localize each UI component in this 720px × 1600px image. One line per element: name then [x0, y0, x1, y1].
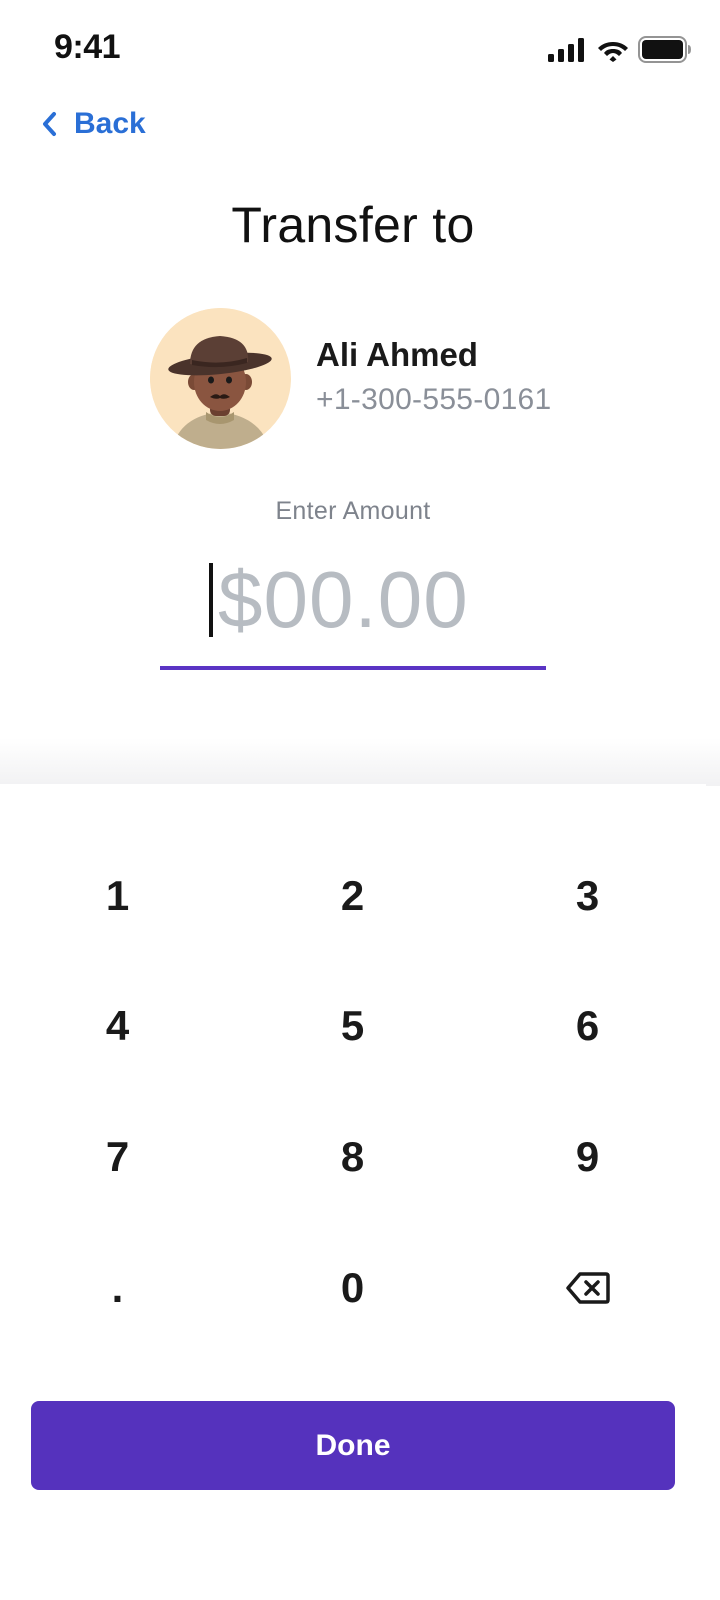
page-title: Transfer to [231, 197, 475, 253]
numeric-keypad: 1 2 3 4 5 6 7 8 9 . 0 [0, 784, 706, 1378]
keypad-shadow [0, 738, 720, 786]
avatar-illustration [150, 308, 290, 449]
status-time: 9:41 [54, 28, 121, 66]
done-button[interactable]: Done [31, 1401, 675, 1490]
status-bar: 9:41 [0, 0, 720, 100]
key-8[interactable]: 8 [235, 1092, 470, 1222]
chevron-left-icon [43, 112, 56, 136]
key-decimal[interactable]: . [0, 1223, 235, 1353]
amount-input[interactable]: $00.00 [218, 552, 469, 648]
wifi-icon [598, 42, 628, 62]
key-7[interactable]: 7 [0, 1092, 235, 1222]
key-9[interactable]: 9 [470, 1092, 705, 1222]
key-2[interactable]: 2 [235, 831, 470, 961]
key-1[interactable]: 1 [0, 831, 235, 961]
recipient-name: Ali Ahmed [316, 336, 478, 373]
key-0[interactable]: 0 [235, 1223, 470, 1353]
key-6[interactable]: 6 [470, 961, 705, 1091]
key-3[interactable]: 3 [470, 831, 705, 961]
amount-field[interactable]: $00.00 [160, 552, 546, 670]
key-4[interactable]: 4 [0, 961, 235, 1091]
amount-label: Enter Amount [275, 497, 431, 525]
recipient-phone: +1-300-555-0161 [316, 383, 552, 416]
key-5[interactable]: 5 [235, 961, 470, 1091]
cellular-signal-icon [548, 38, 584, 62]
back-button[interactable]: Back [40, 104, 146, 144]
text-caret [209, 563, 213, 637]
key-backspace[interactable] [470, 1223, 705, 1353]
battery-icon [638, 36, 691, 63]
recipient-avatar [150, 308, 291, 449]
back-label: Back [74, 107, 146, 140]
backspace-icon [565, 1272, 610, 1304]
amount-underline [160, 666, 546, 670]
